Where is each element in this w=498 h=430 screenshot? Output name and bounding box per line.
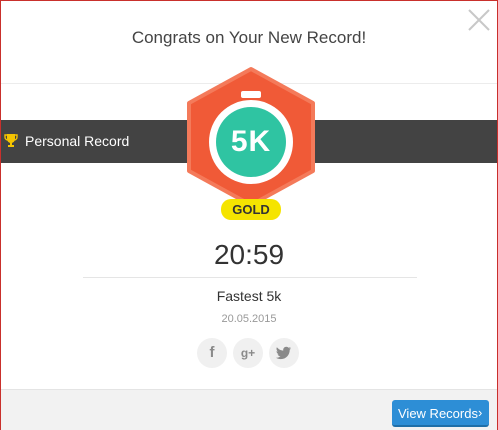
facebook-glyph: f	[209, 344, 215, 361]
google-plus-icon[interactable]: g+	[233, 338, 263, 368]
badge-distance: 5K	[230, 125, 272, 158]
view-records-label: View Records	[398, 406, 478, 421]
record-date: 20.05.2015	[221, 313, 277, 325]
dialog-footer: View Records ›	[1, 389, 497, 430]
medal-label: GOLD	[221, 199, 281, 220]
view-records-button[interactable]: View Records ›	[392, 400, 489, 427]
close-icon[interactable]	[466, 7, 492, 33]
facebook-icon[interactable]: f	[197, 338, 227, 368]
google-plus-glyph: g+	[240, 346, 256, 360]
trophy-icon	[4, 133, 18, 149]
dialog-title: Congrats on Your New Record!	[131, 28, 367, 47]
twitter-bird-icon	[276, 346, 291, 360]
personal-record-label: Personal Record	[25, 133, 130, 149]
record-time: 20:59	[213, 239, 285, 270]
record-description: Fastest 5k	[216, 288, 282, 304]
modal-dialog: Congrats on Your New Record! Personal Re…	[0, 0, 498, 430]
divider	[83, 277, 417, 278]
twitter-icon[interactable]	[269, 338, 299, 368]
chevron-right-icon: ›	[478, 405, 483, 420]
